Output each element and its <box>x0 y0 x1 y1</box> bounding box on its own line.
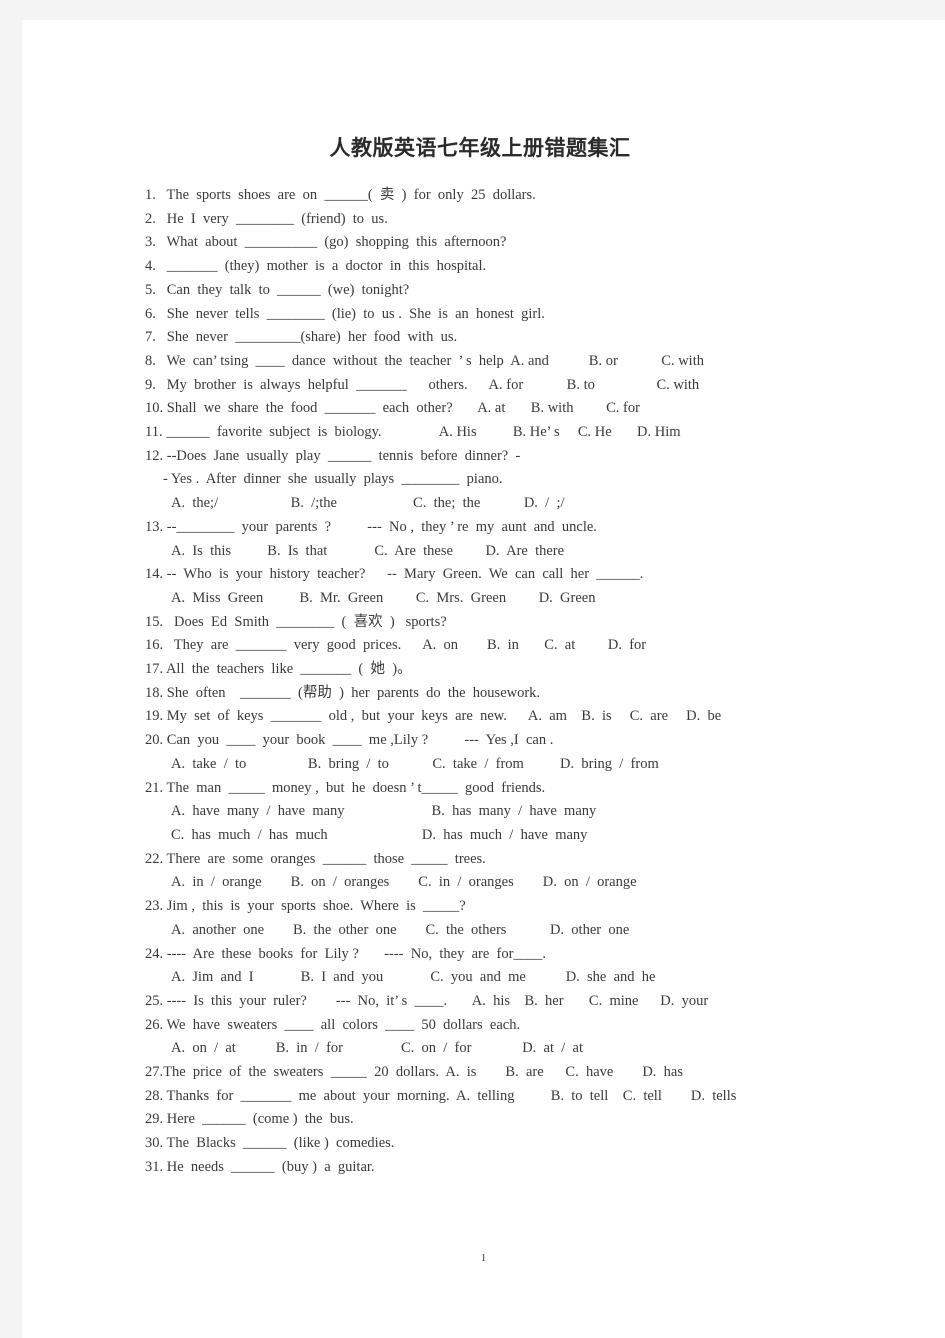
question-line: 11. ______ favorite subject is biology. … <box>145 424 681 441</box>
question-line: A. Miss Green B. Mr. Green C. Mrs. Green… <box>171 589 596 606</box>
question-line: A. on / at B. in / for C. on / for D. at… <box>171 1040 584 1057</box>
page-number: 1 <box>480 1252 487 1264</box>
question-line: 4. _______ (they) mother is a doctor in … <box>145 258 487 275</box>
question-line: 9. My brother is always helpful _______ … <box>145 376 700 393</box>
question-line: A. have many / have many B. has many / h… <box>171 803 597 820</box>
question-line: 28. Thanks for _______ me about your mor… <box>145 1087 737 1104</box>
question-line: A. another one B. the other one C. the o… <box>171 921 630 938</box>
question-line: 18. She often _______ (帮助 ) her parents … <box>145 684 541 701</box>
question-line: 24. ---- Are these books for Lily ? ----… <box>145 945 547 962</box>
question-line: 15. Does Ed Smith ________ ( 喜欢 ) sports… <box>145 613 447 630</box>
question-line: 17. All the teachers like _______ ( 她 )。 <box>145 661 412 678</box>
question-line: 20. Can you ____ your book ____ me ,Lily… <box>145 732 554 749</box>
question-line: 8. We can’ tsing ____ dance without the … <box>145 352 704 369</box>
question-line: 6. She never tells ________ (lie) to us … <box>145 305 545 322</box>
question-line: A. take / to B. bring / to C. take / fro… <box>171 755 659 772</box>
question-line: A. in / orange B. on / oranges C. in / o… <box>171 874 637 891</box>
question-line: 27.The price of the sweaters _____ 20 do… <box>145 1064 684 1081</box>
question-line: 12. --Does Jane usually play ______ tenn… <box>145 447 521 464</box>
question-line: A. the;/ B. /;the C. the; the D. / ;/ <box>171 495 565 512</box>
question-list: 1. The sports shoes are on ______( 卖 ) f… <box>145 184 845 1180</box>
question-line: 26. We have sweaters ____ all colors ___… <box>145 1016 521 1033</box>
question-line: 30. The Blacks ______ (like ) comedies. <box>145 1135 395 1152</box>
document-page: 人教版英语七年级上册错题集汇 1. The sports shoes are o… <box>22 20 945 1338</box>
page-footer: 1 <box>22 1252 945 1264</box>
question-line: 7. She never _________(share) her food w… <box>145 329 458 346</box>
question-line: 1. The sports shoes are on ______( 卖 ) f… <box>145 187 536 203</box>
question-line: 19. My set of keys _______ old , but you… <box>145 708 722 725</box>
question-line: 13. --________ your parents ? --- No , t… <box>145 518 597 535</box>
question-line: C. has much / has much D. has much / hav… <box>171 826 588 843</box>
question-line: 10. Shall we share the food _______ each… <box>145 400 640 417</box>
question-line: A. Jim and I B. I and you C. you and me … <box>171 969 656 986</box>
question-line: 21. The man _____ money , but he doesn ’… <box>145 779 546 796</box>
question-line: 22. There are some oranges ______ those … <box>145 850 486 867</box>
question-line: A. Is this B. Is that C. Are these D. Ar… <box>171 542 565 559</box>
question-line: 14. -- Who is your history teacher? -- M… <box>145 566 644 583</box>
question-line: 2. He I very ________ (friend) to us. <box>145 210 388 227</box>
question-line: 5. Can they talk to ______ (we) tonight? <box>145 281 410 298</box>
question-line: 29. Here ______ (come ) the bus. <box>145 1111 354 1128</box>
question-line: 31. He needs ______ (buy ) a guitar. <box>145 1158 375 1175</box>
question-line: 3. What about __________ (go) shopping t… <box>145 234 507 251</box>
page-title: 人教版英语七年级上册错题集汇 <box>329 136 631 160</box>
question-line: 16. They are _______ very good prices. A… <box>145 637 647 654</box>
question-line: 23. Jim , this is your sports shoe. Wher… <box>145 898 466 915</box>
question-line: - Yes . After dinner she usually plays _… <box>163 471 503 488</box>
document-body: 人教版英语七年级上册错题集汇 1. The sports shoes are o… <box>145 132 845 1180</box>
question-line: 25. ---- Is this your ruler? --- No, it’… <box>145 992 709 1009</box>
